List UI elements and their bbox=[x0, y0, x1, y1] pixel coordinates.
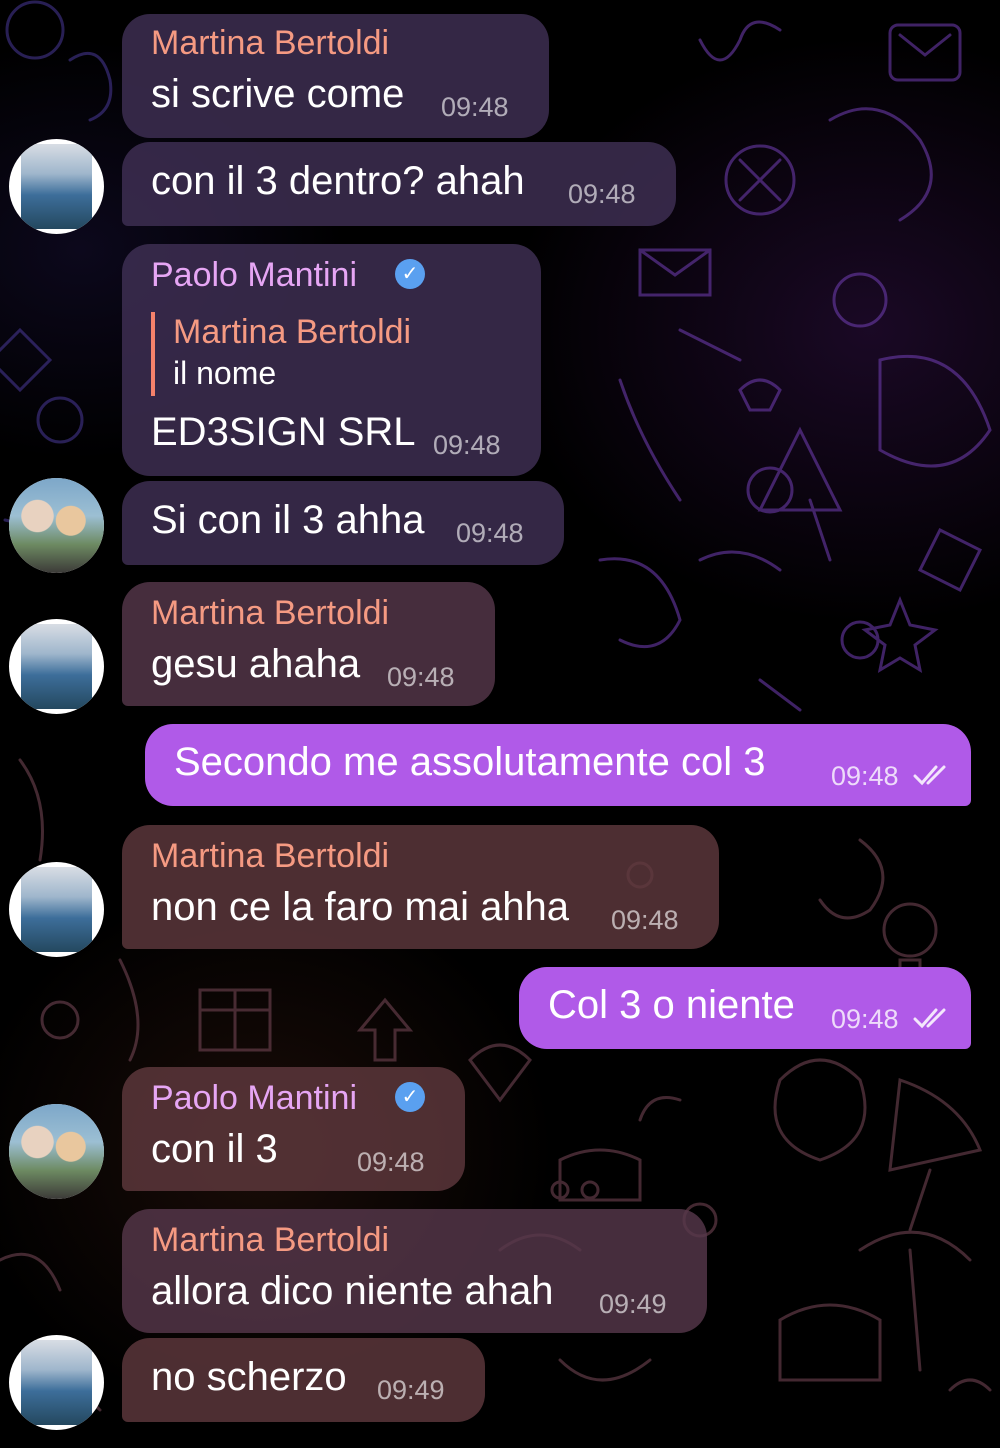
message-time: 09:48 bbox=[433, 430, 501, 460]
avatar-photo bbox=[9, 1104, 104, 1199]
message-text: si scrive come bbox=[151, 72, 405, 116]
double-check-icon bbox=[913, 1008, 946, 1029]
message-sender[interactable]: Paolo Mantini bbox=[151, 1079, 357, 1118]
message-sender[interactable]: Paolo Mantini bbox=[151, 256, 357, 295]
message-text: con il 3 dentro? ahah bbox=[151, 159, 525, 203]
avatar-paolo-mantini[interactable] bbox=[9, 478, 104, 573]
message-time: 09:48 bbox=[456, 518, 524, 548]
message-text: allora dico niente ahah bbox=[151, 1269, 554, 1313]
double-check-icon bbox=[913, 765, 946, 786]
verified-badge-icon: ✓ bbox=[395, 1082, 425, 1112]
message-text: con il 3 bbox=[151, 1127, 278, 1171]
avatar-photo bbox=[21, 144, 92, 229]
message-text: non ce la faro mai ahha bbox=[151, 885, 570, 929]
avatar-martina-bertoldi[interactable] bbox=[9, 1335, 104, 1430]
message-text: ED3SIGN SRL bbox=[151, 410, 416, 454]
avatar-photo bbox=[21, 867, 92, 952]
message-bubble-outgoing[interactable]: Col 3 o niente 09:48 bbox=[519, 967, 971, 1049]
message-bubble-incoming[interactable]: Martina Bertoldi si scrive come 09:48 bbox=[122, 14, 549, 138]
message-time: 09:48 bbox=[357, 1147, 425, 1177]
message-sender[interactable]: Martina Bertoldi bbox=[151, 837, 389, 876]
message-bubble-incoming[interactable]: Si con il 3 ahha 09:48 bbox=[122, 481, 564, 565]
message-time: 09:48 bbox=[441, 92, 509, 122]
message-text: Col 3 o niente bbox=[548, 983, 795, 1027]
message-time: 09:48 bbox=[831, 761, 899, 791]
message-time: 09:48 bbox=[568, 179, 636, 209]
reply-text: il nome bbox=[173, 355, 277, 391]
message-time: 09:48 bbox=[387, 662, 455, 692]
message-bubble-incoming[interactable]: Paolo Mantini ✓ con il 3 09:48 bbox=[122, 1067, 465, 1191]
message-time: 09:49 bbox=[377, 1375, 445, 1405]
message-bubble-incoming[interactable]: Martina Bertoldi gesu ahaha 09:48 bbox=[122, 582, 495, 706]
message-time: 09:49 bbox=[599, 1289, 667, 1319]
message-text: Secondo me assolutamente col 3 bbox=[174, 740, 766, 784]
message-text: no scherzo bbox=[151, 1355, 347, 1399]
reply-sender: Martina Bertoldi bbox=[173, 313, 412, 351]
avatar-martina-bertoldi[interactable] bbox=[9, 139, 104, 234]
avatar-paolo-mantini[interactable] bbox=[9, 1104, 104, 1199]
verified-badge-icon: ✓ bbox=[395, 259, 425, 289]
message-bubble-incoming[interactable]: Martina Bertoldi non ce la faro mai ahha… bbox=[122, 825, 719, 949]
avatar-photo bbox=[21, 624, 92, 709]
message-sender[interactable]: Martina Bertoldi bbox=[151, 24, 389, 63]
reply-quote[interactable]: Martina Bertoldi il nome bbox=[151, 312, 411, 396]
avatar-photo bbox=[21, 1340, 92, 1425]
message-bubble-incoming[interactable]: Paolo Mantini ✓ Martina Bertoldi il nome… bbox=[122, 244, 541, 476]
message-text: gesu ahaha bbox=[151, 642, 361, 686]
message-sender[interactable]: Martina Bertoldi bbox=[151, 1221, 389, 1260]
message-bubble-incoming[interactable]: Martina Bertoldi allora dico niente ahah… bbox=[122, 1209, 707, 1333]
message-bubble-outgoing[interactable]: Secondo me assolutamente col 3 09:48 bbox=[145, 724, 971, 806]
message-time: 09:48 bbox=[831, 1004, 899, 1034]
avatar-photo bbox=[9, 478, 104, 573]
message-text: Si con il 3 ahha bbox=[151, 498, 425, 542]
message-bubble-incoming[interactable]: con il 3 dentro? ahah 09:48 bbox=[122, 142, 676, 226]
message-time: 09:48 bbox=[611, 905, 679, 935]
message-bubble-incoming[interactable]: no scherzo 09:49 bbox=[122, 1338, 485, 1422]
avatar-martina-bertoldi[interactable] bbox=[9, 619, 104, 714]
avatar-martina-bertoldi[interactable] bbox=[9, 862, 104, 957]
message-sender[interactable]: Martina Bertoldi bbox=[151, 594, 389, 633]
